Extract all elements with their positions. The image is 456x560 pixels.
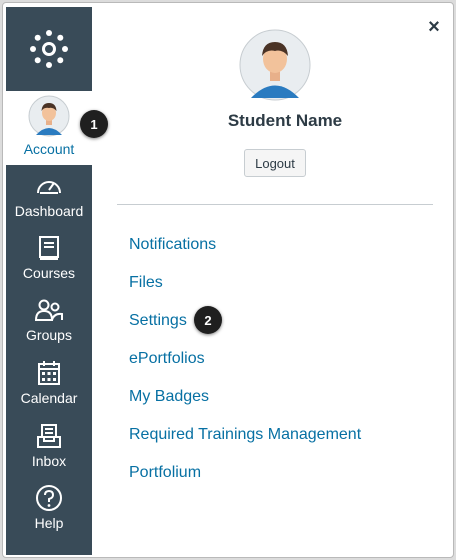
help-icon [34, 483, 64, 513]
nav-item-groups[interactable]: Groups [6, 289, 92, 351]
account-tray-window: Account Dashboard Courses Groups Calenda [2, 2, 454, 558]
close-icon[interactable]: × [423, 16, 445, 38]
link-notifications[interactable]: Notifications [129, 236, 216, 254]
canvas-logo-icon [30, 30, 68, 68]
link-my-badges[interactable]: My Badges [129, 388, 209, 406]
groups-label: Groups [26, 327, 72, 343]
link-required-trainings-management[interactable]: Required Trainings Management [129, 426, 361, 444]
inbox-icon [34, 421, 64, 451]
help-label: Help [34, 515, 64, 531]
global-navigation: Account Dashboard Courses Groups Calenda [6, 7, 92, 555]
nav-item-courses[interactable]: Courses [6, 227, 92, 289]
inbox-label: Inbox [31, 453, 67, 469]
logout-button[interactable]: Logout [244, 149, 306, 177]
groups-icon [34, 295, 64, 325]
student-name: Student Name [227, 111, 343, 130]
link-portfolium[interactable]: Portfolium [129, 464, 201, 482]
calendar-label: Calendar [20, 390, 78, 406]
nav-item-account[interactable]: Account [6, 91, 92, 165]
nav-item-help[interactable]: Help [6, 477, 92, 539]
divider [117, 204, 433, 205]
callout-badge-2: 2 [194, 306, 222, 334]
courses-label: Courses [22, 265, 76, 281]
nav-item-calendar[interactable]: Calendar [6, 352, 92, 414]
calendar-icon [34, 358, 64, 388]
link-settings[interactable]: Settings [129, 312, 187, 330]
courses-icon [34, 233, 64, 263]
canvas-logo[interactable] [6, 7, 92, 91]
dashboard-label: Dashboard [14, 203, 84, 219]
profile-avatar-icon [239, 29, 311, 101]
link-files[interactable]: Files [129, 274, 163, 292]
account-avatar-icon [28, 95, 70, 137]
callout-badge-1: 1 [80, 110, 108, 138]
account-label: Account [23, 141, 75, 157]
dashboard-icon [34, 171, 64, 201]
nav-item-dashboard[interactable]: Dashboard [6, 165, 92, 227]
link-eportfolios[interactable]: ePortfolios [129, 350, 205, 368]
nav-item-inbox[interactable]: Inbox [6, 415, 92, 477]
